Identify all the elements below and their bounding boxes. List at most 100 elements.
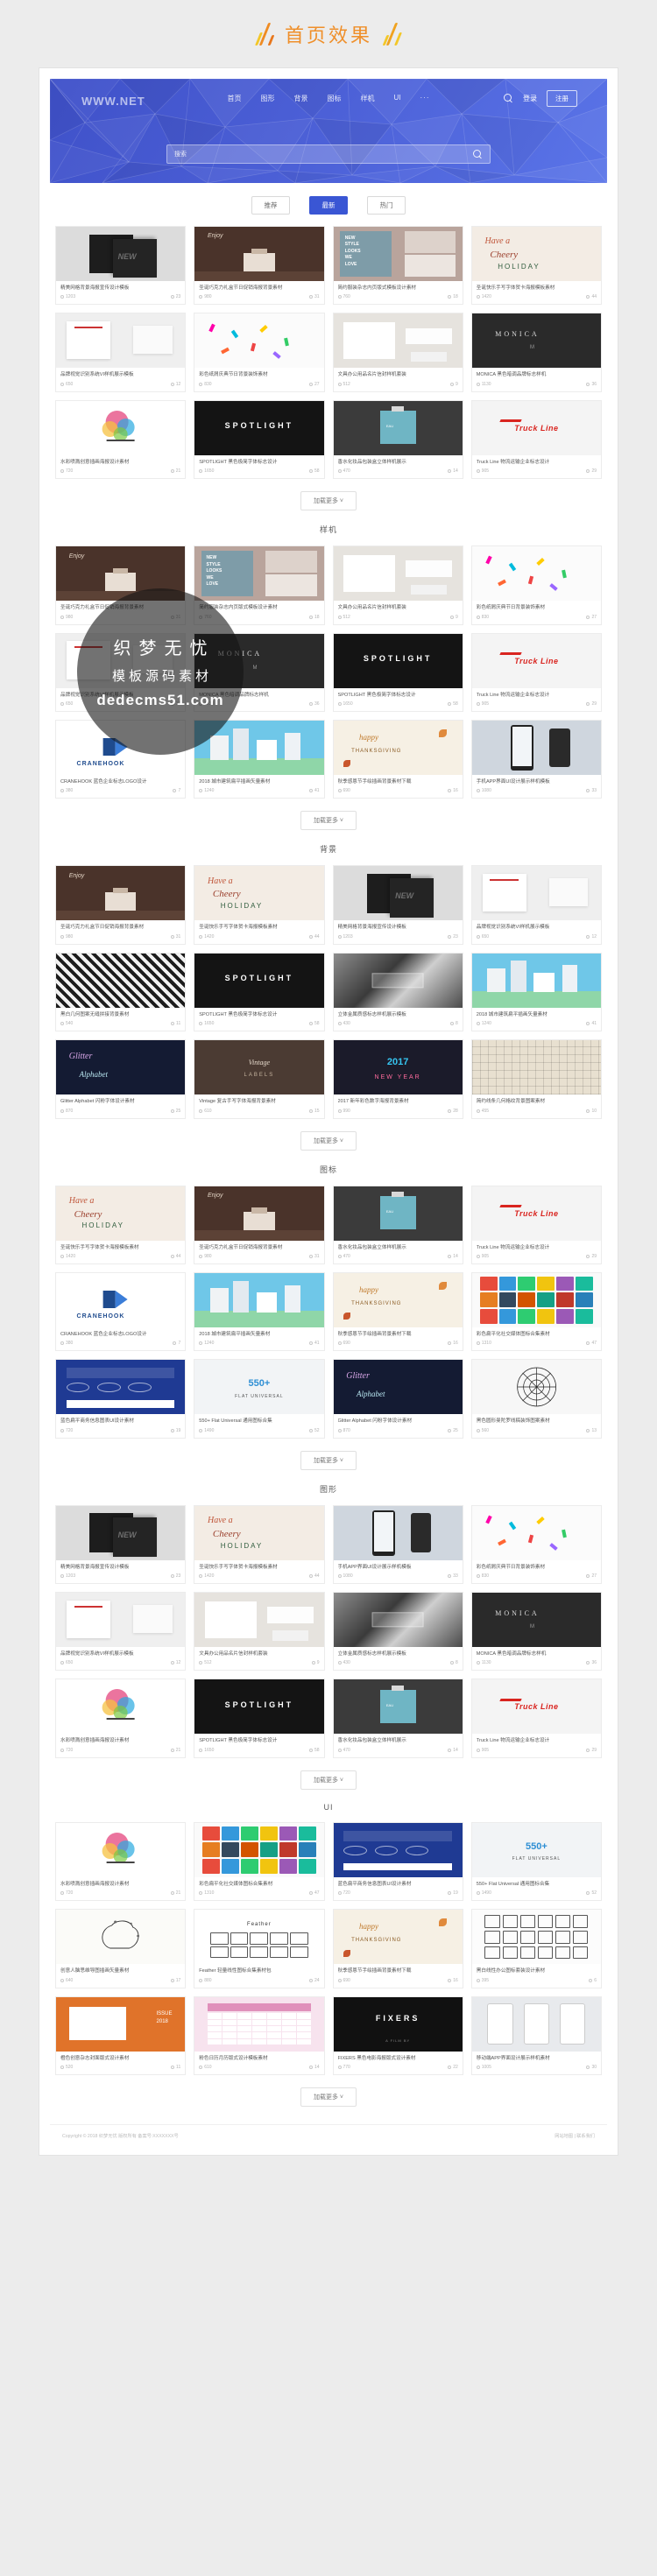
tab-newest[interactable]: 最新 [309, 196, 348, 215]
card-thumbnail[interactable]: Have a Cheery HOLIDAY [194, 866, 324, 921]
resource-card[interactable]: MONICA M MONICA 黑色暗调品牌标志样机 1130 36 [470, 1592, 602, 1672]
tab-recommended[interactable]: 推荐 [251, 196, 290, 215]
card-thumbnail[interactable] [194, 1996, 324, 2052]
resource-card[interactable]: CRANEHOOK CRANEHOOK 蓝色企业标志LOGO设计 380 7 [55, 1271, 187, 1352]
resource-card[interactable]: Vintage LABELS Vintage 复古手写字体海报背景素材 610 15 [194, 1039, 325, 1119]
card-thumbnail[interactable]: FIXERS A FILM BY [333, 1996, 463, 2052]
card-thumbnail[interactable]: Have a Cheery HOLIDAY [56, 1186, 186, 1241]
card-thumbnail[interactable] [333, 1505, 463, 1560]
resource-card[interactable]: 550+ FLAT UNIVERSAL 550+ Flat Universal 通用… [470, 1821, 602, 1902]
resource-card[interactable]: 文具办公用品名片信封样机套装 512 9 [194, 1592, 325, 1672]
card-thumbnail[interactable] [471, 1040, 601, 1095]
resource-card[interactable]: SPOTLIGHT SPOTLIGHT 黑色极简字体标志设计 1650 58 [194, 1679, 325, 1758]
card-thumbnail[interactable]: EAU [333, 1186, 463, 1241]
resource-card[interactable]: 蓝色扁平商务信息图表UI设计素材 720 19 [332, 1821, 463, 1902]
resource-card[interactable]: Truck Line Truck Line 物流运输企业标志设计 905 29 [470, 399, 602, 480]
card-thumbnail[interactable] [471, 1996, 601, 2052]
card-thumbnail[interactable] [471, 866, 601, 921]
card-thumbnail[interactable] [333, 953, 463, 1008]
card-thumbnail[interactable]: 2017 NEW YEAR [333, 1040, 463, 1095]
card-thumbnail[interactable] [194, 720, 324, 775]
card-thumbnail[interactable] [56, 1910, 186, 1965]
card-thumbnail[interactable]: NEW [56, 1505, 186, 1560]
resource-card[interactable]: happy THANKSGIVING 秋季感恩节手绘插画背景素材下载 690 16 [332, 1909, 463, 1988]
resource-card[interactable]: 黑白线性办公图标套装设计素材 395 6 [470, 1909, 602, 1988]
card-thumbnail[interactable] [56, 1360, 186, 1415]
card-thumbnail[interactable]: Truck Line [471, 633, 601, 688]
card-thumbnail[interactable] [56, 633, 186, 688]
card-thumbnail[interactable]: NEW [56, 227, 186, 281]
load-more-button[interactable]: 加载更多 ˅ [300, 491, 357, 511]
resource-card[interactable]: Have a Cheery HOLIDAY 圣诞快乐手写字体贺卡海报模板素材 1420 4… [55, 1185, 187, 1264]
resource-card[interactable]: 彩色扁平化社交媒体图标合集素材 1310 47 [470, 1271, 602, 1352]
resource-card[interactable]: 品牌视觉识别系统VI样机展示模板 650 12 [55, 632, 187, 712]
card-thumbnail[interactable]: SPOTLIGHT [333, 633, 463, 688]
resource-card[interactable]: 立体金属质感标志样机展示模板 430 8 [332, 952, 463, 1032]
resource-card[interactable]: 品牌视觉识别系统VI样机展示模板 650 12 [55, 313, 187, 392]
card-thumbnail[interactable] [471, 1910, 601, 1965]
card-thumbnail[interactable] [333, 546, 463, 602]
card-thumbnail[interactable] [194, 313, 324, 369]
card-thumbnail[interactable]: SPOTLIGHT [194, 400, 324, 455]
resource-card[interactable]: CRANEHOOK CRANEHOOK 蓝色企业标志LOGO设计 380 7 [55, 719, 187, 799]
resource-card[interactable]: 品牌视觉识别系统VI样机展示模板 650 12 [55, 1592, 187, 1672]
resource-card[interactable]: 创意人脑思维导图插画矢量素材 640 17 [55, 1909, 187, 1988]
card-thumbnail[interactable]: EAU [333, 1679, 463, 1735]
resource-card[interactable]: EAU 香水化妆品包装盒立体样机展示 470 14 [332, 399, 463, 480]
resource-card[interactable]: happy THANKSGIVING 秋季感恩节手绘插画背景素材下载 690 16 [332, 1271, 463, 1352]
card-thumbnail[interactable] [471, 1360, 601, 1415]
nav-item-home[interactable]: 首页 [228, 94, 242, 103]
card-thumbnail[interactable]: Truck Line [471, 1679, 601, 1735]
resource-card[interactable]: MONICA M MONICA 黑色暗调品牌标志样机 1130 36 [470, 313, 602, 392]
tab-popular[interactable]: 热门 [367, 196, 406, 215]
card-thumbnail[interactable]: SPOTLIGHT [194, 1679, 324, 1735]
load-more-button[interactable]: 加载更多 ˅ [300, 1450, 357, 1470]
resource-card[interactable]: Glitter Alphabet Glitter Alphabet 闪粉字体设计素材… [332, 1359, 463, 1439]
resource-card[interactable]: 水彩喷溅创意插画海报设计素材 720 21 [55, 399, 187, 480]
resource-card[interactable]: 彩色纸屑庆典节日背景装饰素材 830 27 [470, 1504, 602, 1585]
resource-card[interactable]: NEW STYLE LOOKS WE LOVE 简约服装杂志内页版式模板设计素材 760 18 [332, 226, 463, 306]
card-thumbnail[interactable]: SPOTLIGHT [194, 953, 324, 1008]
resource-card[interactable]: 2017 NEW YEAR 2017 新年彩色数字海报背景素材 990 28 [332, 1039, 463, 1119]
card-thumbnail[interactable]: Have a Cheery HOLIDAY [471, 227, 601, 281]
card-thumbnail[interactable]: happy THANKSGIVING [333, 720, 463, 775]
resource-card[interactable]: 粉色日历月历版式设计模板素材 610 14 [194, 1995, 325, 2076]
card-thumbnail[interactable] [471, 720, 601, 775]
card-thumbnail[interactable]: Glitter Alphabet [333, 1360, 463, 1415]
resource-card[interactable]: Have a Cheery HOLIDAY 圣诞快乐手写字体贺卡海报模板素材 1420 4… [194, 1504, 325, 1585]
resource-card[interactable]: SPOTLIGHT SPOTLIGHT 黑色极简字体标志设计 1650 58 [332, 632, 463, 712]
resource-card[interactable]: NEW STYLE LOOKS WE LOVE 简约服装杂志内页版式模板设计素材 760 18 [194, 545, 325, 625]
card-thumbnail[interactable] [471, 1505, 601, 1560]
nav-item-ui[interactable]: UI [394, 94, 401, 103]
card-thumbnail[interactable]: Enjoy [56, 546, 186, 602]
card-thumbnail[interactable] [471, 546, 601, 602]
register-button[interactable]: 注册 [547, 90, 577, 107]
resource-card[interactable]: Feather Feather 轻量线性图标合集素材包 880 24 [194, 1909, 325, 1988]
footer-links[interactable]: 网站地图 | 联系我们 [555, 2133, 595, 2139]
card-thumbnail[interactable] [333, 1593, 463, 1648]
card-thumbnail[interactable]: Enjoy [194, 227, 324, 281]
resource-card[interactable]: 立体金属质感标志样机展示模板 430 8 [332, 1592, 463, 1672]
resource-card[interactable]: Truck Line Truck Line 物流运输企业标志设计 905 29 [470, 1679, 602, 1758]
card-thumbnail[interactable]: 550+ FLAT UNIVERSAL [194, 1360, 324, 1415]
nav-item-icon[interactable]: 图标 [328, 94, 342, 103]
nav-overflow-icon[interactable]: ··· [420, 94, 430, 103]
nav-item-background[interactable]: 背景 [294, 94, 308, 103]
card-thumbnail[interactable] [333, 313, 463, 369]
resource-card[interactable]: 2018 城市建筑扁平插画矢量素材 1240 41 [194, 1271, 325, 1352]
card-thumbnail[interactable]: 550+ FLAT UNIVERSAL [471, 1822, 601, 1877]
card-thumbnail[interactable] [56, 1679, 186, 1735]
login-link[interactable]: 登录 [523, 94, 537, 103]
resource-card[interactable]: 简约线条几何格纹背景图案素材 455 10 [470, 1039, 602, 1119]
card-thumbnail[interactable]: EAU [333, 400, 463, 455]
resource-card[interactable]: Enjoy 圣诞巧克力礼盒节日促销海报背景素材 980 31 [55, 865, 187, 945]
card-thumbnail[interactable] [56, 400, 186, 455]
load-more-button[interactable]: 加载更多 ˅ [300, 1770, 357, 1790]
card-thumbnail[interactable] [56, 1593, 186, 1648]
card-thumbnail[interactable]: Enjoy [194, 1186, 324, 1241]
search-icon[interactable] [504, 94, 513, 103]
resource-card[interactable]: 水彩喷溅创意插画海报设计素材 720 21 [55, 1821, 187, 1902]
card-thumbnail[interactable]: CRANEHOOK [56, 1272, 186, 1327]
resource-card[interactable]: EAU 香水化妆品包装盒立体样机展示 470 14 [332, 1185, 463, 1264]
card-thumbnail[interactable] [56, 1822, 186, 1877]
